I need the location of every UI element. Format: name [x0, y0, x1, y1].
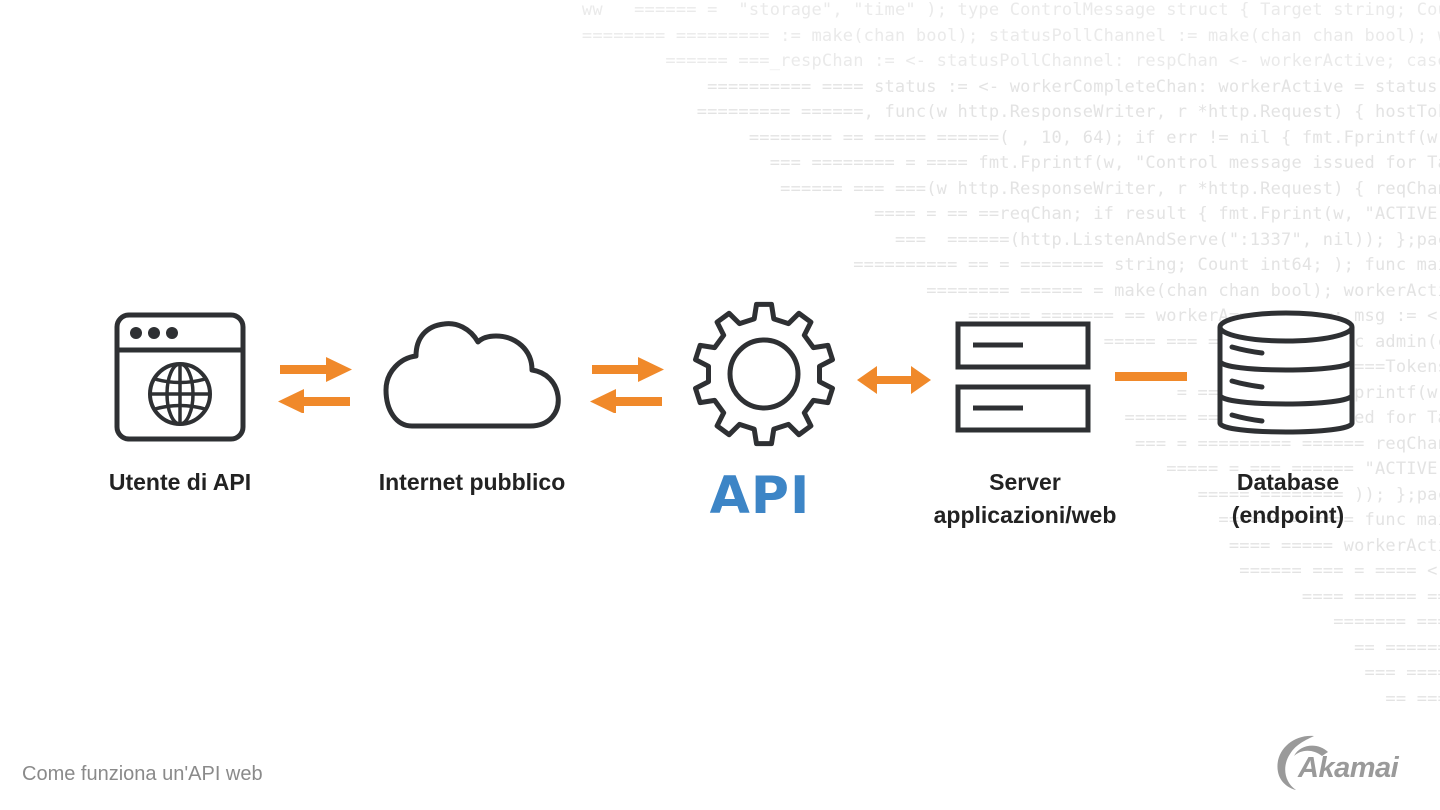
server-icon [955, 321, 1091, 438]
cloud-icon [382, 320, 562, 435]
background-code-line: ======= === [1333, 612, 1440, 632]
gear-icon [688, 300, 840, 453]
node-label-database: Database (endpoint) [1232, 467, 1344, 530]
node-label-app-server-line2: applicazioni/web [933, 502, 1117, 528]
background-code-line: ww ====== = "storage", "time" ); type Co… [581, 0, 1440, 20]
background-code-line: === ==== [1364, 663, 1440, 683]
footer-caption: Come funziona un'API web [22, 763, 263, 785]
node-label-api-user: Utente di API [108, 469, 252, 495]
background-code-line: === ======(http.ListenAndServe(":1337", … [894, 229, 1440, 250]
node-label-app-server-line1: Server [989, 469, 1061, 495]
background-code-line: ==== = == ==reqChan; if result { fmt.Fpr… [874, 204, 1440, 224]
connector-line [1115, 372, 1187, 381]
background-code-line: ====== ===_respChan := <- statusPollChan… [665, 51, 1440, 71]
background-code-line: ========== == = ======== string; Count i… [853, 255, 1440, 275]
background-code-line: ==== ===== workerActi [1228, 535, 1440, 556]
double-headed-arrow-icon [857, 366, 931, 399]
brand-logo: Akamai [1270, 730, 1420, 792]
background-code-line: == === [1385, 688, 1440, 709]
exchange-arrows-icon [588, 355, 666, 418]
node-label-database-line1: Database [1236, 469, 1340, 495]
brand-text: Akamai [1298, 752, 1399, 784]
node-label-app-server: Server applicazioni/web [934, 467, 1117, 530]
background-code-line: === ======== = ==== fmt.Fprintf(w, "Cont… [769, 153, 1440, 173]
exchange-arrows-icon [276, 355, 354, 418]
background-code-line: ==== ====== == [1301, 586, 1440, 607]
background-code-line: ======== ========= := make(chan bool); s… [581, 25, 1440, 46]
node-label-public-internet: Internet pubblico [378, 469, 566, 495]
api-title: API [709, 466, 811, 526]
background-code-line: ======== == ===== ======( , 10, 64); if … [748, 127, 1440, 148]
background-code-line: ========== ==== status := <- workerCompl… [707, 76, 1440, 97]
background-code-line: ====== === ===(w http.ResponseWriter, r … [780, 178, 1440, 199]
browser-globe-icon [114, 312, 246, 447]
background-code-line: ========= ======, func(w http.ResponseWr… [696, 102, 1440, 122]
node-label-database-line2: (endpoint) [1231, 502, 1345, 528]
background-code-line: == ====== [1354, 637, 1440, 658]
database-icon [1216, 305, 1356, 450]
background-code-line: ======== ====== = make(chan chan bool); … [926, 280, 1440, 301]
background-code-line: ====== === = ==== <- [1239, 561, 1440, 581]
